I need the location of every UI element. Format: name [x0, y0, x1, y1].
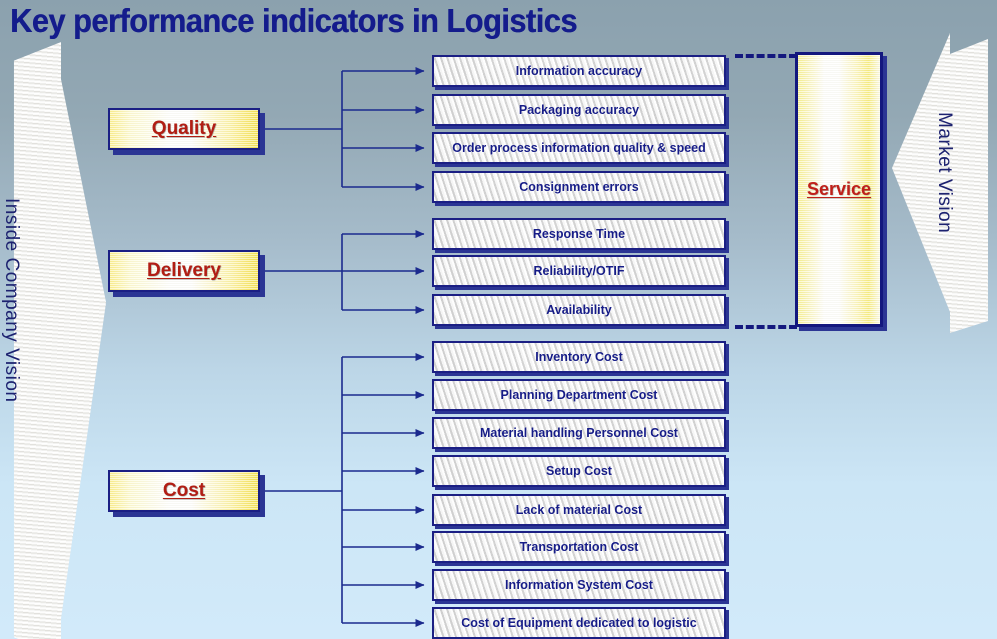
inside-company-vision-label: Inside Company Vision: [1, 198, 22, 403]
kpi-box[interactable]: Information accuracy: [432, 55, 726, 87]
page-title: Key performance indicators in Logistics: [10, 2, 577, 39]
market-vision-label: Market Vision: [934, 112, 955, 234]
kpi-label: Cost of Equipment dedicated to logistic: [461, 616, 697, 630]
kpi-label: Packaging accuracy: [518, 103, 640, 117]
service-dashed-connector-top: [735, 54, 797, 58]
kpi-label: Inventory Cost: [535, 350, 623, 364]
category-box-quality[interactable]: Quality: [108, 108, 260, 150]
kpi-box[interactable]: Consignment errors: [432, 171, 726, 203]
kpi-box[interactable]: Order process information quality & spee…: [432, 132, 726, 164]
service-box[interactable]: Service: [795, 52, 883, 327]
service-dashed-connector-bottom: [735, 325, 797, 329]
kpi-box[interactable]: Cost of Equipment dedicated to logistic: [432, 607, 726, 639]
category-label-quality: Quality: [151, 118, 217, 139]
kpi-box[interactable]: Inventory Cost: [432, 341, 726, 373]
slide-canvas: Key performance indicators in Logistics …: [0, 0, 997, 639]
kpi-label: Response Time: [532, 227, 626, 241]
kpi-label: Order process information quality & spee…: [452, 141, 706, 155]
category-box-delivery[interactable]: Delivery: [108, 250, 260, 292]
kpi-box[interactable]: Information System Cost: [432, 569, 726, 601]
kpi-box[interactable]: Material handling Personnel Cost: [432, 417, 726, 449]
kpi-label: Reliability/OTIF: [533, 264, 625, 278]
kpi-box[interactable]: Setup Cost: [432, 455, 726, 487]
service-label: Service: [806, 179, 872, 199]
kpi-box[interactable]: Transportation Cost: [432, 531, 726, 563]
category-label-cost: Cost: [162, 480, 206, 501]
kpi-box[interactable]: Packaging accuracy: [432, 94, 726, 126]
kpi-label: Availability: [546, 303, 612, 317]
kpi-label: Planning Department Cost: [500, 388, 658, 402]
kpi-label: Information System Cost: [505, 578, 653, 592]
kpi-box[interactable]: Planning Department Cost: [432, 379, 726, 411]
kpi-label: Consignment errors: [519, 180, 639, 194]
inside-company-vision-arrow: [13, 42, 107, 639]
kpi-box[interactable]: Availability: [432, 294, 726, 326]
kpi-label: Information accuracy: [515, 64, 643, 78]
category-label-delivery: Delivery: [147, 260, 221, 281]
kpi-label: Lack of material Cost: [515, 503, 643, 517]
kpi-label: Setup Cost: [546, 464, 612, 478]
kpi-box[interactable]: Reliability/OTIF: [432, 255, 726, 287]
kpi-label: Material handling Personnel Cost: [480, 426, 678, 440]
kpi-label: Transportation Cost: [519, 540, 639, 554]
kpi-box[interactable]: Response Time: [432, 218, 726, 250]
category-box-cost[interactable]: Cost: [108, 470, 260, 512]
kpi-box[interactable]: Lack of material Cost: [432, 494, 726, 526]
